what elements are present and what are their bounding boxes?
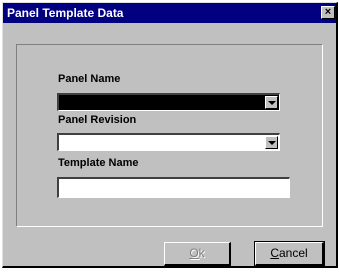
- panel-name-dropdown[interactable]: [57, 93, 280, 111]
- chevron-down-icon: [268, 101, 276, 105]
- panel-revision-dropdown[interactable]: [57, 133, 280, 151]
- cancel-button-label: ancel: [278, 246, 308, 260]
- window-title: Panel Template Data: [7, 6, 124, 20]
- panel-name-dropdown-button[interactable]: [265, 96, 278, 109]
- panel-template-dialog: Panel Template Data × Panel Name Panel R…: [2, 2, 338, 268]
- ok-button-mnemonic: O: [189, 246, 199, 260]
- ok-button-label: k: [198, 246, 205, 260]
- chevron-down-icon: [268, 141, 276, 145]
- cancel-button-mnemonic: C: [270, 246, 279, 260]
- title-bar: Panel Template Data ×: [3, 3, 336, 23]
- panel-revision-label: Panel Revision: [58, 114, 137, 126]
- ok-button[interactable]: Ok: [164, 242, 231, 266]
- template-name-input[interactable]: [57, 177, 290, 198]
- cancel-button[interactable]: Cancel: [254, 241, 325, 267]
- panel-name-label: Panel Name: [58, 73, 121, 85]
- close-icon: ×: [324, 6, 332, 18]
- panel-revision-dropdown-button[interactable]: [265, 136, 278, 149]
- template-name-label: Template Name: [58, 157, 139, 169]
- close-button[interactable]: ×: [321, 6, 335, 19]
